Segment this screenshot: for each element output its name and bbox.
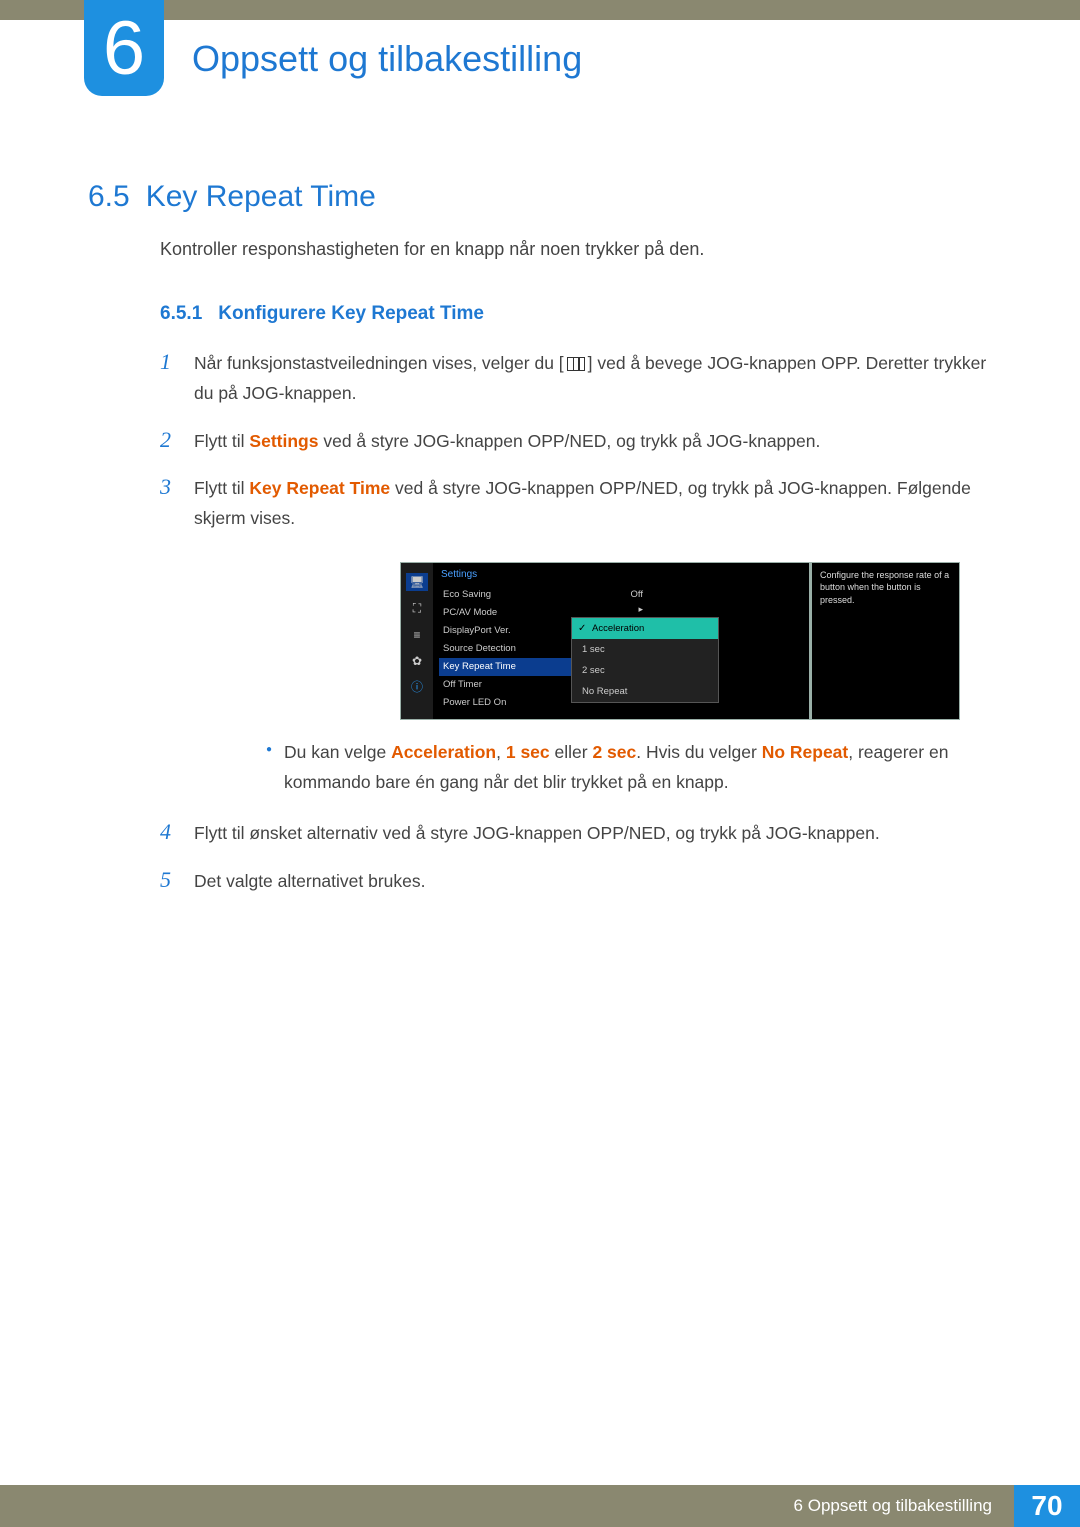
step-1: 1 Når funksjonstastveiledningen vises, v…	[160, 349, 1000, 409]
osd-item-powerled: Power LED On	[439, 694, 587, 712]
osd-popup-2sec: 2 sec	[572, 660, 718, 681]
osd-value-arrow: ▸	[593, 604, 643, 615]
bullet-a: Du kan velge	[284, 742, 391, 762]
step-3-text-a: Flytt til	[194, 478, 249, 498]
osd-main: Settings Eco Saving PC/AV Mode DisplayPo…	[433, 563, 809, 719]
osd-menu-title: Settings	[441, 569, 593, 580]
content: 6.5 Key Repeat Time Kontroller responsha…	[88, 180, 1000, 915]
osd-popup-norepeat: No Repeat	[572, 681, 718, 702]
osd-item-source: Source Detection	[439, 640, 587, 658]
osd-item-krt: Key Repeat Time	[439, 658, 587, 676]
monitor-icon: 🖥	[406, 573, 428, 591]
osd-value-off: Off	[593, 589, 643, 600]
section-heading: 6.5 Key Repeat Time	[88, 180, 1000, 214]
info-icon: ⓘ	[409, 679, 425, 695]
section-title: Key Repeat Time	[146, 180, 376, 214]
step-2-number: 2	[160, 427, 178, 453]
osd-popup-accel: Acceleration	[572, 618, 718, 639]
step-4: 4 Flytt til ønsket alternativ ved å styr…	[160, 819, 1000, 849]
step-5-text: Det valgte alternativet brukes.	[194, 867, 426, 897]
section-number: 6.5	[88, 180, 130, 214]
intro-text: Kontroller responshastigheten for en kna…	[160, 236, 1000, 263]
bullet-b4: No Repeat	[762, 742, 849, 762]
step-5-number: 5	[160, 867, 178, 893]
gear-icon: ✿	[409, 653, 425, 669]
osd-figure: 🖥 ⛶ ≡ ✿ ⓘ Settings Eco Saving PC/AV Mode…	[400, 562, 1000, 720]
step-1-number: 1	[160, 349, 178, 375]
osd-sidebar: 🖥 ⛶ ≡ ✿ ⓘ	[401, 563, 433, 719]
osd-description: Configure the response rate of a button …	[809, 563, 959, 719]
step-3: 3 Flytt til Key Repeat Time ved å styre …	[160, 474, 1000, 534]
subsection-number: 6.5.1	[160, 303, 202, 325]
step-3-text: Flytt til Key Repeat Time ved å styre JO…	[194, 474, 1000, 534]
step-list: 1 Når funksjonstastveiledningen vises, v…	[160, 349, 1000, 897]
bullet-b2: 1 sec	[506, 742, 550, 762]
step-5: 5 Det valgte alternativet brukes.	[160, 867, 1000, 897]
step-1-text: Når funksjonstastveiledningen vises, vel…	[194, 349, 1000, 409]
bullet-icon: ●	[266, 738, 272, 798]
note-bullet: ● Du kan velge Acceleration, 1 sec eller…	[266, 738, 1000, 798]
resize-icon: ⛶	[409, 601, 425, 617]
bullet-comma: ,	[496, 742, 506, 762]
bullet-text: Du kan velge Acceleration, 1 sec eller 2…	[284, 738, 1000, 798]
subsection-title: Konfigurere Key Repeat Time	[218, 303, 484, 325]
osd-popup-1sec: 1 sec	[572, 639, 718, 660]
bullet-b1: Acceleration	[391, 742, 496, 762]
bullet-b3: 2 sec	[592, 742, 636, 762]
footer-band: 6 Oppsett og tilbakestilling 70	[0, 1485, 1080, 1527]
step-4-text: Flytt til ønsket alternativ ved å styre …	[194, 819, 880, 849]
step-3-number: 3	[160, 474, 178, 500]
osd-menu: Settings Eco Saving PC/AV Mode DisplayPo…	[433, 569, 593, 719]
step-2-text-b: ved å styre JOG-knappen OPP/NED, og tryk…	[318, 431, 820, 451]
step-2-text: Flytt til Settings ved å styre JOG-knapp…	[194, 427, 820, 457]
footer-text: 6 Oppsett og tilbakestilling	[794, 1496, 992, 1516]
step-2-bold: Settings	[249, 431, 318, 451]
step-4-number: 4	[160, 819, 178, 845]
step-1-text-a: Når funksjonstastveiledningen vises, vel…	[194, 353, 564, 373]
osd-item-eco: Eco Saving	[439, 586, 587, 604]
bullet-or: eller	[550, 742, 593, 762]
menu-icon	[567, 357, 585, 371]
step-2-text-a: Flytt til	[194, 431, 249, 451]
list-icon: ≡	[409, 627, 425, 643]
step-2: 2 Flytt til Settings ved å styre JOG-kna…	[160, 427, 1000, 457]
osd-item-dp: DisplayPort Ver.	[439, 622, 587, 640]
chapter-number: 6	[103, 5, 145, 92]
step-3-bold: Key Repeat Time	[249, 478, 390, 498]
subsection-heading: 6.5.1 Konfigurere Key Repeat Time	[160, 303, 1000, 325]
osd-item-pcav: PC/AV Mode	[439, 604, 587, 622]
chapter-tab: 6	[84, 0, 164, 96]
osd-item-offtimer: Off Timer	[439, 676, 587, 694]
osd-popup: Acceleration 1 sec 2 sec No Repeat	[571, 617, 719, 703]
footer-page: 70	[1014, 1485, 1080, 1527]
chapter-title: Oppsett og tilbakestilling	[192, 38, 582, 80]
osd-screen: 🖥 ⛶ ≡ ✿ ⓘ Settings Eco Saving PC/AV Mode…	[400, 562, 960, 720]
bullet-c: . Hvis du velger	[636, 742, 761, 762]
